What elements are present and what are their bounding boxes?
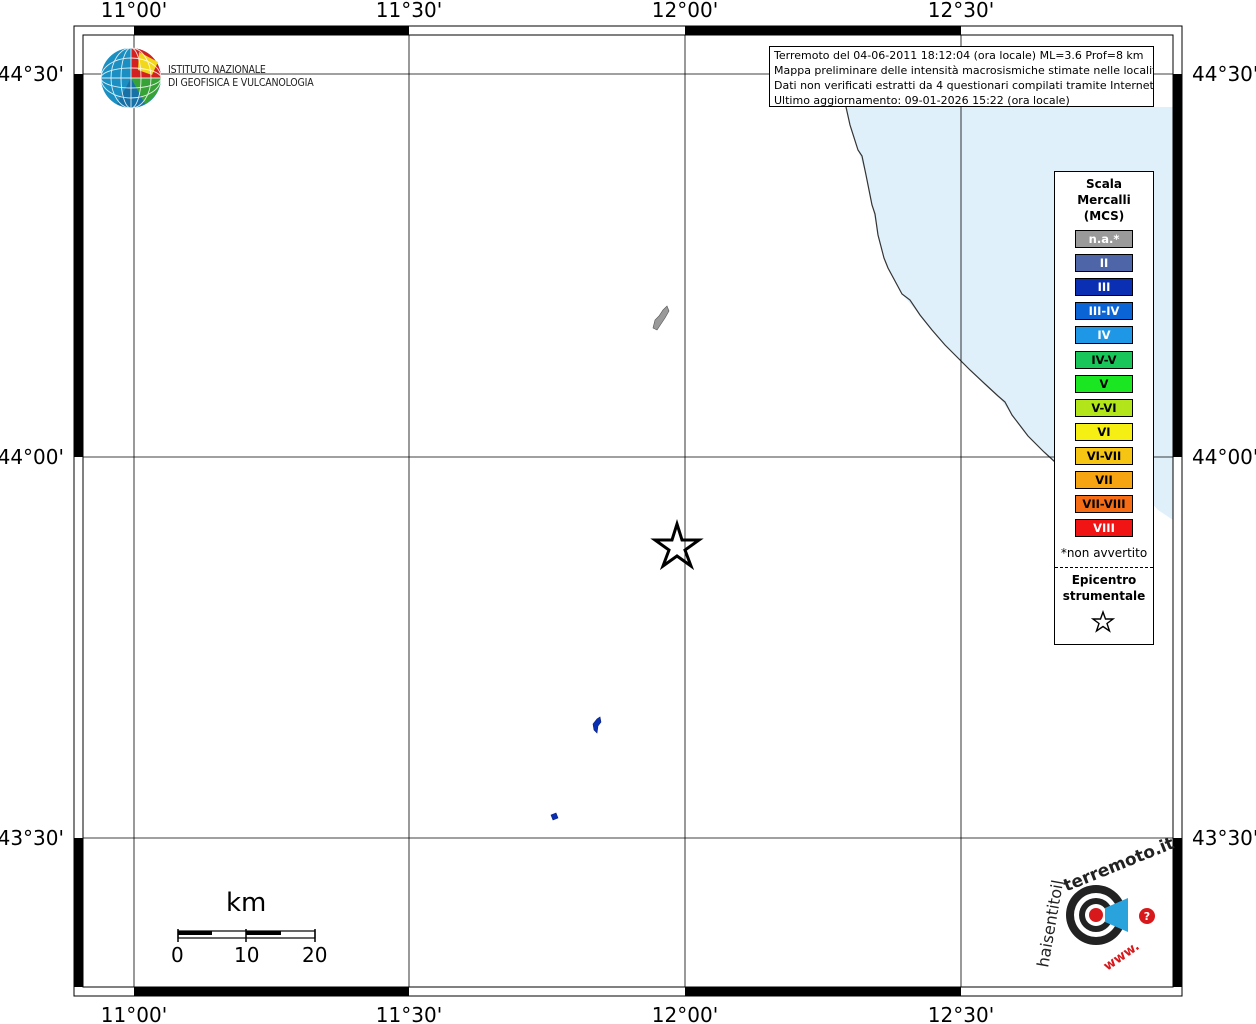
ingv-logo-line-1: ISTITUTO NAZIONALE <box>168 64 266 76</box>
info-line-4: Ultimo aggiornamento: 09-01-2026 15:22 (… <box>774 94 1070 107</box>
lat-label-right-2: 44°00' <box>1192 445 1256 469</box>
lon-label-bottom-3: 12°00' <box>652 1003 718 1024</box>
legend-star-icon <box>1091 610 1115 633</box>
locality-iii-patch-1 <box>592 716 602 734</box>
lon-label-top-2: 11°30' <box>376 0 442 22</box>
legend-swatch: II <box>1075 254 1133 273</box>
legend-swatch: VIII <box>1075 519 1133 538</box>
legend-swatch: V-VI <box>1075 398 1133 417</box>
info-line-1: Terremoto del 04-06-2011 18:12:04 (ora l… <box>774 49 1144 62</box>
legend-swatch: III-IV <box>1075 302 1133 321</box>
ingv-logo-text: ISTITUTO NAZIONALE DI GEOFISICA E VULCAN… <box>168 64 314 90</box>
legend-swatch: VI <box>1075 422 1133 441</box>
locality-na-patch <box>652 305 670 331</box>
legend-title-line-3: (MCS) <box>1083 209 1125 223</box>
legend-swatch: VI-VII <box>1075 446 1133 465</box>
earthquake-info-box: Terremoto del 04-06-2011 18:12:04 (ora l… <box>769 46 1154 107</box>
lat-label-right-1: 44°30' <box>1192 62 1256 86</box>
ingv-logo-line-2: DI GEOFISICA E VULCANOLOGIA <box>168 77 314 89</box>
lon-label-top-1: 11°00' <box>101 0 167 22</box>
ingv-globe-icon <box>100 47 162 109</box>
legend-swatch: VII <box>1075 471 1133 489</box>
svg-text:?: ? <box>1144 910 1150 923</box>
scale-label-0: 0 <box>171 943 184 967</box>
legend-swatch: V <box>1075 374 1133 393</box>
legend-swatch: IV-V <box>1075 350 1133 369</box>
legend-title-line-1: Scala <box>1085 177 1123 191</box>
legend-note: *non avvertito <box>1060 546 1148 560</box>
legend-epicenter-line-2: strumentale <box>1062 589 1146 603</box>
lon-label-top-3: 12°00' <box>652 0 718 22</box>
lon-label-bottom-2: 11°30' <box>376 1003 442 1024</box>
lon-label-bottom-4: 12°30' <box>928 1003 994 1024</box>
legend-epicenter-line-1: Epicentro <box>1071 573 1137 587</box>
haisentito-side-text: haisentitoil <box>1033 878 1067 968</box>
legend-swatch: VII-VIII <box>1075 495 1133 514</box>
mcs-legend: Scala Mercalli (MCS) n.a.* II III III-IV IV I… <box>1054 171 1154 645</box>
lat-label-left-1: 44°30' <box>0 62 64 86</box>
scale-bar <box>177 929 316 942</box>
info-line-2: Mappa preliminare delle intensità macros… <box>774 64 1154 77</box>
lat-label-right-3: 43°30' <box>1192 826 1256 850</box>
legend-swatch: III <box>1075 278 1133 297</box>
legend-epicenter-label: Epicentro strumentale <box>1055 572 1153 604</box>
haisentito-logo-icon: ? terremoto.it haisentitoil www. <box>1033 834 1177 975</box>
lat-label-left-3: 43°30' <box>0 826 64 850</box>
scale-unit-label: km <box>226 888 267 918</box>
scale-label-10: 10 <box>234 943 260 967</box>
lon-label-top-4: 12°30' <box>928 0 994 22</box>
locality-iii-patch-2 <box>550 812 559 821</box>
epicenter-star-icon <box>650 518 704 571</box>
legend-swatch: n.a.* <box>1075 230 1133 248</box>
legend-swatch: IV <box>1075 326 1133 345</box>
legend-divider <box>1055 567 1153 568</box>
legend-title-line-2: Mercalli <box>1077 193 1131 207</box>
lat-label-left-2: 44°00' <box>0 445 64 469</box>
legend-title: Scala Mercalli (MCS) <box>1055 176 1153 224</box>
scale-label-20: 20 <box>302 943 328 967</box>
info-line-3: Dati non verificati estratti da 4 questi… <box>774 79 1154 92</box>
haisentito-top-text: terremoto.it <box>1061 834 1178 897</box>
lon-label-bottom-1: 11°00' <box>101 1003 167 1024</box>
